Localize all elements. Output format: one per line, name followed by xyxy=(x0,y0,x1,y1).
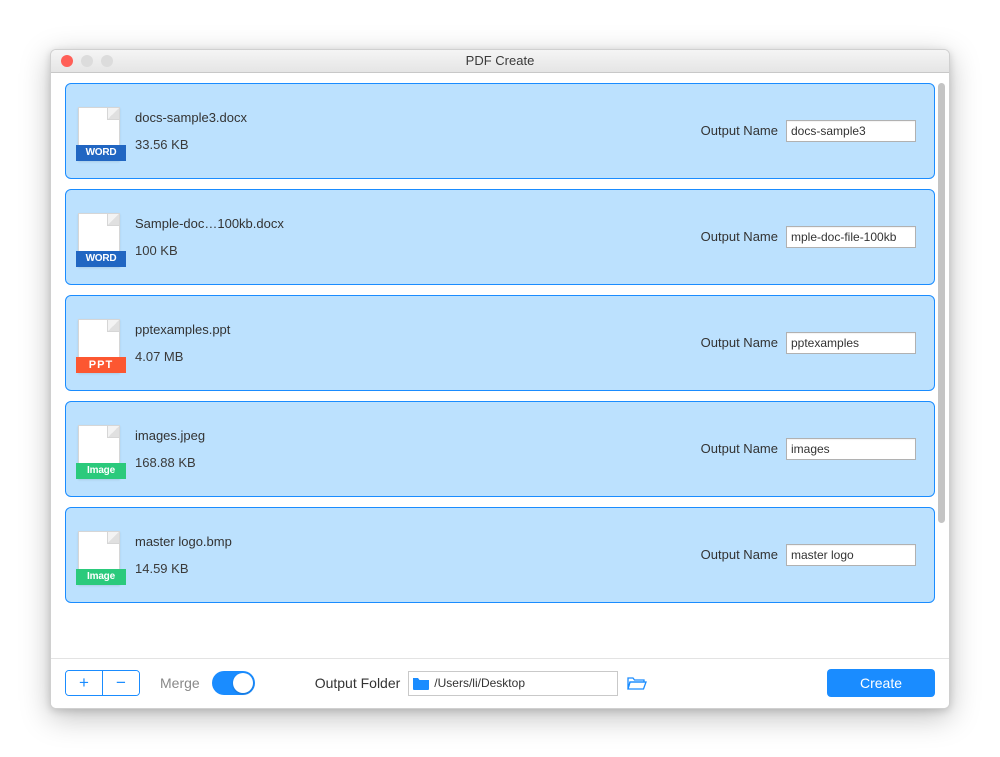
file-meta: pptexamples.ppt 4.07 MB xyxy=(135,322,701,364)
file-meta: docs-sample3.docx 33.56 KB xyxy=(135,110,701,152)
file-name: docs-sample3.docx xyxy=(135,110,701,125)
output-name-label: Output Name xyxy=(701,547,778,562)
scrollbar[interactable] xyxy=(933,83,948,623)
file-icon: WORD xyxy=(76,207,121,267)
output-name-label: Output Name xyxy=(701,335,778,350)
file-row[interactable]: Image images.jpeg 168.88 KBOutput Name xyxy=(65,401,935,497)
output-name-input[interactable] xyxy=(786,438,916,460)
browse-folder-button[interactable] xyxy=(626,673,648,693)
output-name-block: Output Name xyxy=(701,226,916,248)
output-name-block: Output Name xyxy=(701,438,916,460)
footer-toolbar: + − Merge Output Folder xyxy=(51,658,949,708)
file-icon: Image xyxy=(76,419,121,479)
output-name-input[interactable] xyxy=(786,544,916,566)
create-button[interactable]: Create xyxy=(827,669,935,697)
file-meta: master logo.bmp 14.59 KB xyxy=(135,534,701,576)
output-folder-field xyxy=(408,671,618,696)
output-name-block: Output Name xyxy=(701,544,916,566)
output-name-label: Output Name xyxy=(701,123,778,138)
output-name-label: Output Name xyxy=(701,441,778,456)
file-icon: PPT xyxy=(76,313,121,373)
output-folder-input[interactable] xyxy=(434,676,604,690)
page-fold-icon xyxy=(107,532,119,544)
output-folder-label: Output Folder xyxy=(315,675,401,691)
file-name: pptexamples.ppt xyxy=(135,322,701,337)
file-name: Sample-doc…100kb.docx xyxy=(135,216,701,231)
file-type-badge: WORD xyxy=(76,251,126,267)
window-title: PDF Create xyxy=(51,53,949,68)
add-remove-group: + − xyxy=(65,670,140,696)
add-file-button[interactable]: + xyxy=(66,671,102,695)
file-name: master logo.bmp xyxy=(135,534,701,549)
titlebar: PDF Create xyxy=(51,50,949,73)
file-row[interactable]: Image master logo.bmp 14.59 KBOutput Name xyxy=(65,507,935,603)
output-name-block: Output Name xyxy=(701,120,916,142)
file-size: 33.56 KB xyxy=(135,137,701,152)
page-fold-icon xyxy=(107,214,119,226)
file-type-badge: Image xyxy=(76,463,126,479)
file-size: 4.07 MB xyxy=(135,349,701,364)
file-type-badge: Image xyxy=(76,569,126,585)
page-fold-icon xyxy=(107,426,119,438)
output-name-input[interactable] xyxy=(786,332,916,354)
page-fold-icon xyxy=(107,320,119,332)
output-name-input[interactable] xyxy=(786,226,916,248)
output-folder-block: Output Folder xyxy=(315,671,649,696)
file-name: images.jpeg xyxy=(135,428,701,443)
app-window: PDF Create WORD docs-sample3.docx 33.56 KB… xyxy=(50,49,950,709)
toggle-knob xyxy=(233,673,253,693)
merge-toggle[interactable] xyxy=(212,671,255,695)
file-meta: images.jpeg 168.88 KB xyxy=(135,428,701,470)
merge-block: Merge xyxy=(160,671,255,695)
file-row[interactable]: WORD docs-sample3.docx 33.56 KBOutput Name xyxy=(65,83,935,179)
remove-file-button[interactable]: − xyxy=(103,671,139,695)
file-type-badge: PPT xyxy=(76,357,126,373)
file-type-badge: WORD xyxy=(76,145,126,161)
file-size: 100 KB xyxy=(135,243,701,258)
file-row[interactable]: WORD Sample-doc…100kb.docx 100 KBOutput Na… xyxy=(65,189,935,285)
output-name-block: Output Name xyxy=(701,332,916,354)
page-fold-icon xyxy=(107,108,119,120)
scrollbar-thumb[interactable] xyxy=(938,83,945,523)
file-size: 14.59 KB xyxy=(135,561,701,576)
file-icon: WORD xyxy=(76,101,121,161)
file-icon: Image xyxy=(76,525,121,585)
file-list: WORDdocs-sample3.docx33.56 KBOutput Name… xyxy=(51,73,949,658)
output-name-label: Output Name xyxy=(701,229,778,244)
file-meta: Sample-doc…100kb.docx 100 KB xyxy=(135,216,701,258)
file-row[interactable]: PPT pptexamples.ppt 4.07 MBOutput Name xyxy=(65,295,935,391)
folder-icon xyxy=(412,676,430,690)
file-size: 168.88 KB xyxy=(135,455,701,470)
output-name-input[interactable] xyxy=(786,120,916,142)
merge-label: Merge xyxy=(160,675,200,691)
